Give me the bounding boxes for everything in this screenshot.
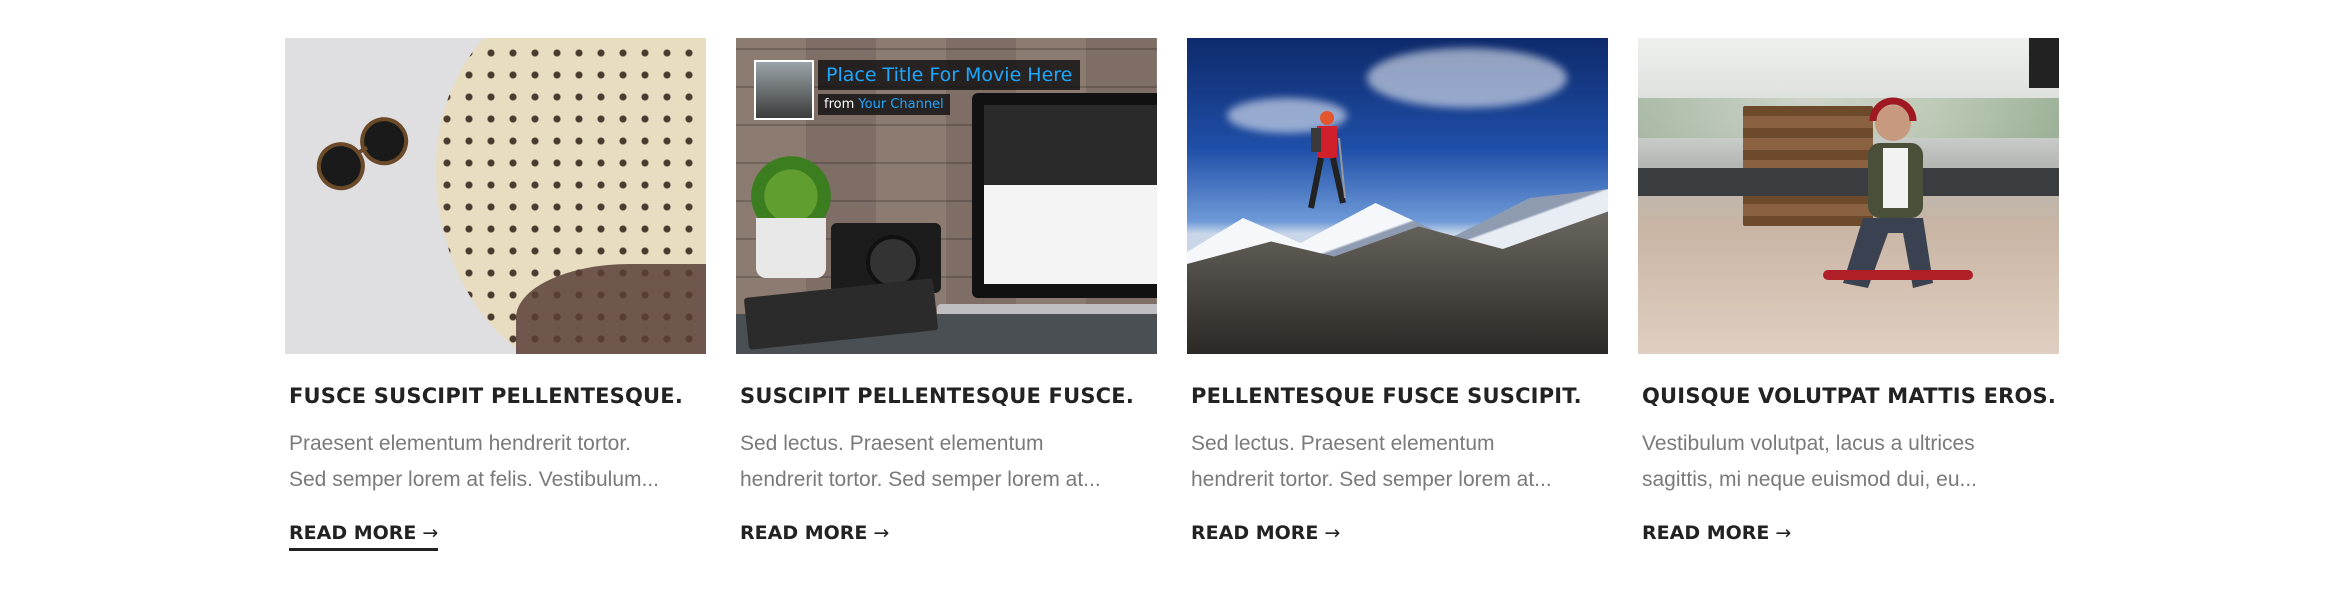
read-more-link[interactable]: READ MORE → <box>1191 522 1340 551</box>
post-excerpt: Praesent elementum hendrerit tortor. Sed… <box>289 426 694 498</box>
read-more-label: READ MORE <box>289 522 417 544</box>
video-from-label: from <box>824 97 855 112</box>
post-excerpt: Vestibulum volutpat, lacus a ultrices sa… <box>1642 426 2047 498</box>
video-channel-line: from Your Channel <box>818 94 950 115</box>
read-more-link[interactable]: READ MORE → <box>740 522 889 551</box>
rooftop-post <box>2029 38 2059 88</box>
excerpt-line: Vestibulum volutpat, lacus a ultrices <box>1642 432 1975 455</box>
arrow-right-icon: → <box>873 522 890 544</box>
blog-post-grid: FUSCE SUSCIPIT PELLENTESQUE. Praesent el… <box>285 38 2059 551</box>
hiker-image <box>1308 111 1346 209</box>
post-thumbnail[interactable]: Place Title For Movie Here from Your Cha… <box>736 38 1157 354</box>
post-card: Place Title For Movie Here from Your Cha… <box>736 38 1157 551</box>
post-thumbnail[interactable] <box>1638 38 2059 354</box>
post-card: FUSCE SUSCIPIT PELLENTESQUE. Praesent el… <box>285 38 706 551</box>
read-more-label: READ MORE <box>1642 522 1770 544</box>
post-excerpt: Sed lectus. Praesent elementum hendrerit… <box>740 426 1145 498</box>
laptop-image <box>972 93 1157 298</box>
post-thumbnail[interactable] <box>1187 38 1608 354</box>
read-more-label: READ MORE <box>740 522 868 544</box>
arrow-right-icon: → <box>422 522 439 544</box>
post-thumbnail[interactable] <box>285 38 706 354</box>
excerpt-line: hendrerit tortor. Sed semper lorem at... <box>1191 468 1552 491</box>
arrow-right-icon: → <box>1324 522 1341 544</box>
arrow-right-icon: → <box>1775 522 1792 544</box>
post-title[interactable]: FUSCE SUSCIPIT PELLENTESQUE. <box>289 384 706 408</box>
post-title[interactable]: QUISQUE VOLUTPAT MATTIS EROS. <box>1642 384 2059 408</box>
post-title[interactable]: SUSCIPIT PELLENTESQUE FUSCE. <box>740 384 1157 408</box>
excerpt-line: Praesent elementum hendrerit tortor. <box>289 432 632 455</box>
read-more-link[interactable]: READ MORE → <box>1642 522 1791 551</box>
post-title[interactable]: PELLENTESQUE FUSCE SUSCIPIT. <box>1191 384 1608 408</box>
video-title[interactable]: Place Title For Movie Here <box>818 60 1081 90</box>
post-card: PELLENTESQUE FUSCE SUSCIPIT. Sed lectus.… <box>1187 38 1608 551</box>
excerpt-line: Sed semper lorem at felis. Vestibulum... <box>289 468 659 491</box>
plant-pot <box>756 218 826 278</box>
excerpt-line: hendrerit tortor. Sed semper lorem at... <box>740 468 1101 491</box>
skateboard <box>1823 270 1973 280</box>
post-excerpt: Sed lectus. Praesent elementum hendrerit… <box>1191 426 1596 498</box>
man-with-headphones-image <box>1843 97 1933 288</box>
video-channel-name[interactable]: Your Channel <box>858 97 943 112</box>
sunglasses-image <box>316 117 409 191</box>
excerpt-line: sagittis, mi neque euismod dui, eu... <box>1642 468 1978 491</box>
excerpt-line: Sed lectus. Praesent elementum <box>1191 432 1495 455</box>
plant-image <box>746 148 836 228</box>
post-card: QUISQUE VOLUTPAT MATTIS EROS. Vestibulum… <box>1638 38 2059 551</box>
read-more-link[interactable]: READ MORE → <box>289 522 439 551</box>
video-channel-thumbnail <box>754 60 814 120</box>
read-more-label: READ MORE <box>1191 522 1319 544</box>
cloud <box>1367 48 1567 108</box>
excerpt-line: Sed lectus. Praesent elementum <box>740 432 1044 455</box>
